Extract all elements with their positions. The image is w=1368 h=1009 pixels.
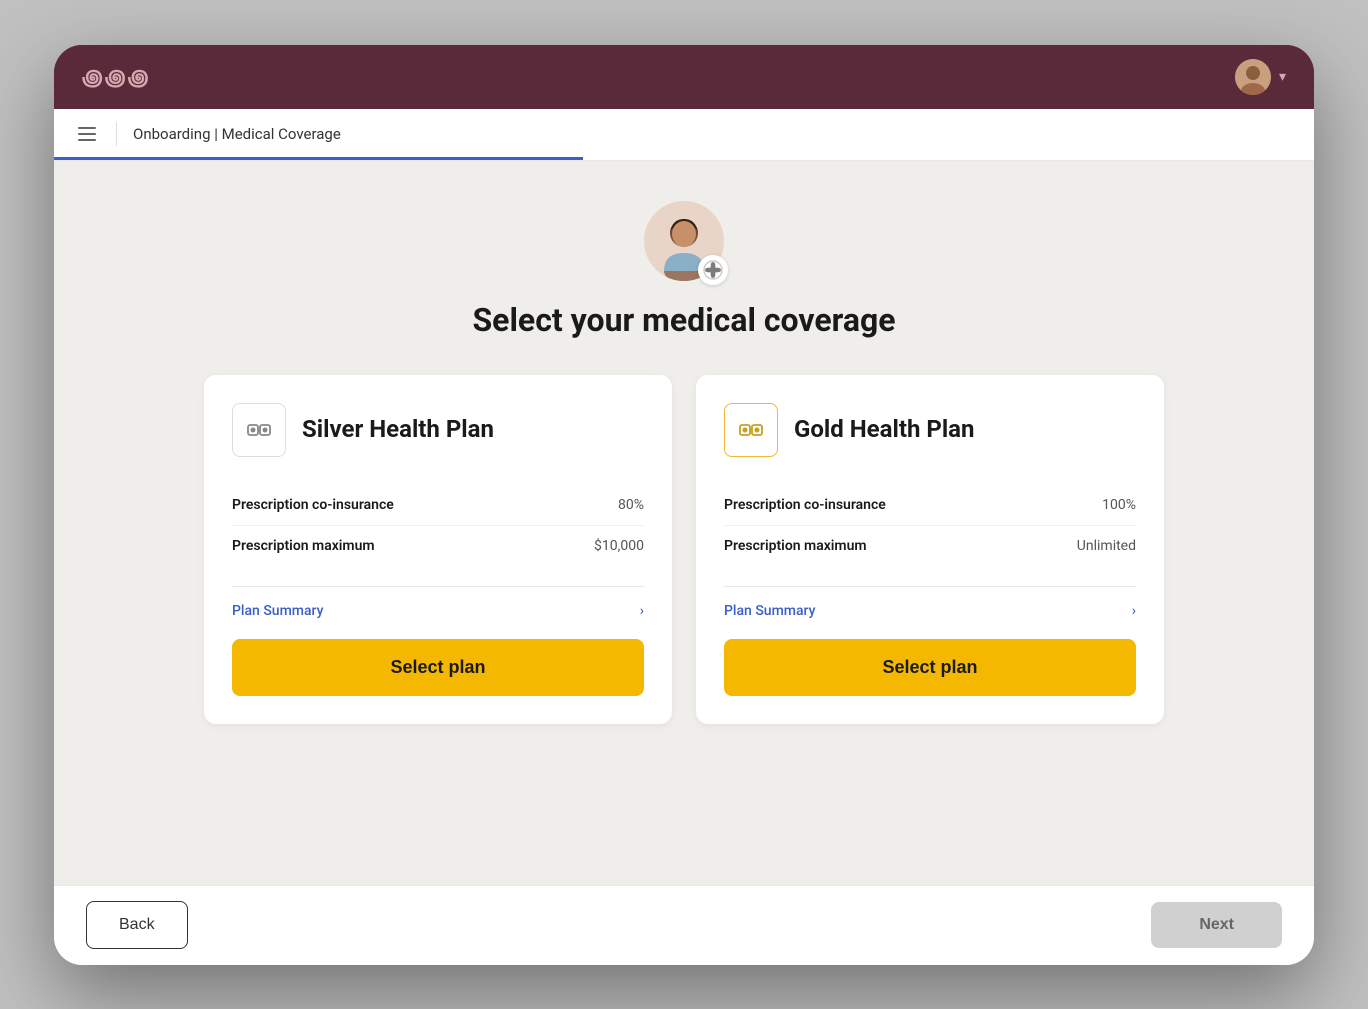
user-menu[interactable]: ▾ xyxy=(1235,59,1286,95)
silver-chevron-right-icon: › xyxy=(640,603,644,619)
page-title: Select your medical coverage xyxy=(472,301,895,339)
next-button[interactable]: Next xyxy=(1151,902,1282,948)
gold-plan-details: Prescription co-insurance 100% Prescript… xyxy=(724,485,1136,566)
hero-section: Select your medical coverage xyxy=(472,201,895,339)
gold-plan-icon xyxy=(724,403,778,457)
silver-plan-header: Silver Health Plan xyxy=(232,403,644,457)
silver-divider xyxy=(232,586,644,587)
main-area: Onboarding | Medical Coverage xyxy=(54,109,1314,965)
medical-badge xyxy=(698,255,728,285)
hero-avatar xyxy=(644,201,724,281)
nav-bar: Onboarding | Medical Coverage xyxy=(54,109,1314,161)
gold-summary-link[interactable]: Plan Summary › xyxy=(724,603,1136,619)
silver-row-2: Prescription maximum $10,000 xyxy=(232,526,644,566)
gold-summary-text: Plan Summary xyxy=(724,603,815,619)
gold-row-2: Prescription maximum Unlimited xyxy=(724,526,1136,566)
gold-row-1-value: 100% xyxy=(1102,497,1136,513)
silver-row-1: Prescription co-insurance 80% xyxy=(232,485,644,526)
chevron-down-icon: ▾ xyxy=(1279,69,1286,85)
gold-plan-header: Gold Health Plan xyxy=(724,403,1136,457)
gold-plan-card: Gold Health Plan Prescription co-insuran… xyxy=(696,375,1164,724)
silver-row-1-label: Prescription co-insurance xyxy=(232,497,394,513)
silver-plan-icon xyxy=(232,403,286,457)
device-frame: ꩜꩜꩜ ▾ Onboarding | Medical Coverage xyxy=(54,45,1314,965)
silver-plan-name: Silver Health Plan xyxy=(302,415,494,444)
gold-row-1-label: Prescription co-insurance xyxy=(724,497,886,513)
gold-divider xyxy=(724,586,1136,587)
gold-plan-name: Gold Health Plan xyxy=(794,415,974,444)
hamburger-menu[interactable] xyxy=(74,123,100,145)
content-area: Select your medical coverage xyxy=(54,161,1314,885)
silver-row-1-value: 80% xyxy=(618,497,644,513)
silver-plan-details: Prescription co-insurance 80% Prescripti… xyxy=(232,485,644,566)
breadcrumb: Onboarding | Medical Coverage xyxy=(133,125,341,143)
gold-chevron-right-icon: › xyxy=(1132,603,1136,619)
silver-row-2-label: Prescription maximum xyxy=(232,538,375,554)
gold-row-1: Prescription co-insurance 100% xyxy=(724,485,1136,526)
silver-select-button[interactable]: Select plan xyxy=(232,639,644,696)
user-avatar xyxy=(1235,59,1271,95)
top-bar: ꩜꩜꩜ ▾ xyxy=(54,45,1314,109)
silver-summary-text: Plan Summary xyxy=(232,603,323,619)
gold-select-button[interactable]: Select plan xyxy=(724,639,1136,696)
silver-row-2-value: $10,000 xyxy=(594,538,644,554)
app-logo: ꩜꩜꩜ xyxy=(82,60,151,93)
nav-divider xyxy=(116,122,117,146)
back-button[interactable]: Back xyxy=(86,901,188,949)
bottom-bar: Back Next xyxy=(54,885,1314,965)
gold-row-2-value: Unlimited xyxy=(1077,538,1136,554)
silver-summary-link[interactable]: Plan Summary › xyxy=(232,603,644,619)
gold-row-2-label: Prescription maximum xyxy=(724,538,867,554)
plans-container: Silver Health Plan Prescription co-insur… xyxy=(204,375,1164,724)
progress-bar xyxy=(54,157,583,160)
silver-plan-card: Silver Health Plan Prescription co-insur… xyxy=(204,375,672,724)
